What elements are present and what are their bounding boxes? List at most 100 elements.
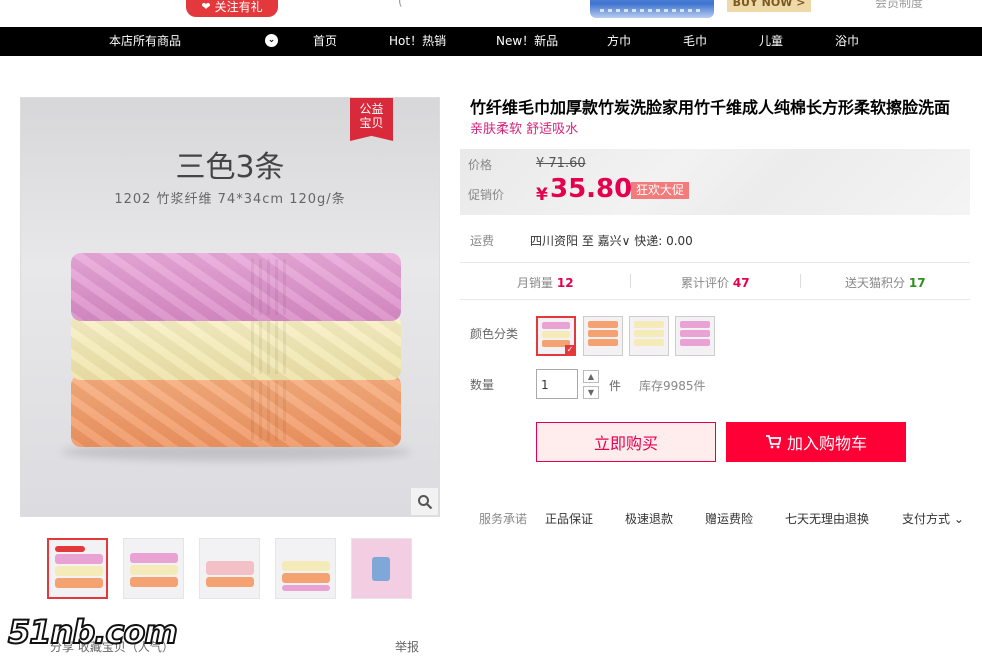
- nav-bath-towel[interactable]: 浴巾: [835, 27, 859, 56]
- service-shipping-insurance[interactable]: 赠运费险: [705, 510, 753, 527]
- image-title: 三色3条: [175, 150, 285, 185]
- nav-hot[interactable]: Hot！热销: [389, 27, 446, 56]
- thumb-towel: [206, 561, 254, 575]
- original-price: ¥ 71.60: [536, 156, 586, 171]
- cart-icon: [765, 435, 781, 449]
- buy-now-button[interactable]: 立即购买: [536, 422, 716, 462]
- checkmark-icon: ✓: [565, 345, 575, 355]
- shipping-label: 运费: [470, 234, 495, 248]
- thumbnail-3[interactable]: [199, 538, 260, 599]
- top-strip: ❤ 关注有礼 ( BUY NOW > 会员制度: [0, 0, 982, 27]
- stock-count: 库存9985件: [639, 379, 706, 393]
- heart-icon: ❤: [201, 0, 211, 13]
- thumb-towel: [130, 553, 178, 563]
- quantity-unit: 件: [609, 379, 622, 393]
- sku-option-1[interactable]: ✓: [536, 316, 576, 356]
- badge-line1: 公益: [359, 102, 384, 116]
- top-paren: (: [398, 0, 403, 8]
- quantity-increase-button[interactable]: ▲: [583, 370, 599, 383]
- thumbnail-5[interactable]: [351, 538, 412, 599]
- tmall-points: 送天猫积分 17: [845, 274, 926, 291]
- magnifier-icon: [417, 494, 432, 509]
- reviews-value: 47: [732, 276, 750, 290]
- quantity-label: 数量: [470, 378, 495, 392]
- sku-swatch: [588, 321, 618, 328]
- points-label: 送天猫积分: [845, 276, 906, 290]
- add-to-cart-label: 加入购物车: [786, 434, 867, 453]
- sku-swatch: [542, 322, 570, 329]
- price-label: 价格: [468, 158, 493, 172]
- thumb-towel: [130, 565, 178, 575]
- thumbnail-4[interactable]: [275, 538, 336, 599]
- monthly-sales-label: 月销量: [517, 276, 554, 290]
- pink-towel: [71, 253, 401, 321]
- promo-price-label: 促销价: [468, 188, 505, 202]
- follow-button[interactable]: ❤ 关注有礼: [186, 0, 278, 17]
- divider: [630, 274, 631, 288]
- site-watermark: 51nb.com: [7, 612, 179, 652]
- product-title: 竹纤维毛巾加厚款竹炭洗脸家用竹千维成人纯棉长方形柔软擦脸洗面: [470, 98, 951, 117]
- thumb-towel: [282, 573, 330, 583]
- sku-option-4[interactable]: [675, 316, 715, 356]
- sku-swatch: [634, 330, 664, 337]
- reviews-link[interactable]: 累计评价 47: [681, 274, 750, 291]
- promo-tag: 狂欢大促: [631, 182, 690, 199]
- nav-new[interactable]: New！新品: [496, 27, 558, 56]
- service-genuine[interactable]: 正品保证: [545, 510, 593, 527]
- service-fast-refund[interactable]: 极速退款: [625, 510, 673, 527]
- thumbnail-2[interactable]: [123, 538, 184, 599]
- payment-label: 支付方式: [902, 512, 951, 526]
- sku-swatch: [542, 331, 570, 338]
- thumb-towel: [55, 566, 103, 576]
- nav-home[interactable]: 首页: [313, 27, 337, 56]
- thumb-tag: [372, 557, 390, 581]
- service-seven-day-return[interactable]: 七天无理由退换: [785, 510, 869, 527]
- shipping-destination[interactable]: 四川资阳 至 嘉兴∨ 快递: 0.00: [530, 232, 693, 249]
- monthly-sales-value: 12: [556, 276, 574, 290]
- nav-all-products[interactable]: 本店所有商品: [109, 27, 181, 56]
- report-link[interactable]: 举报: [395, 638, 419, 655]
- banner-buy-now-button[interactable]: BUY NOW >: [727, 0, 811, 12]
- charity-badge: 公益 宝贝: [350, 98, 393, 141]
- add-to-cart-button[interactable]: 加入购物车: [726, 422, 906, 462]
- color-label: 颜色分类: [470, 327, 519, 341]
- orange-towel: [71, 375, 401, 447]
- image-subtitle: 1202 竹浆纤维 74*34cm 120g/条: [114, 192, 346, 207]
- main-product-image[interactable]: 公益 宝贝 三色3条 1202 竹浆纤维 74*34cm 120g/条: [20, 97, 440, 517]
- banner-image[interactable]: [590, 0, 714, 18]
- follow-label: 关注有礼: [214, 0, 263, 14]
- reviews-label: 累计评价: [681, 276, 730, 290]
- thumb-towel: [55, 578, 103, 588]
- payment-methods[interactable]: 支付方式 ⌄: [902, 510, 964, 527]
- thumb-towel: [55, 554, 103, 564]
- thumb-towel: [206, 577, 254, 587]
- chevron-down-icon: ⌄: [953, 512, 964, 526]
- thumb-towel: [282, 561, 330, 571]
- nav-kids[interactable]: 儿童: [759, 27, 783, 56]
- sku-option-2[interactable]: [583, 316, 623, 356]
- nav-towel[interactable]: 毛巾: [683, 27, 707, 56]
- currency-symbol: ¥: [536, 185, 548, 205]
- promo-price: 35.80: [550, 174, 633, 204]
- sku-swatch: [634, 339, 664, 346]
- badge-line2: 宝贝: [359, 116, 384, 130]
- divider: [800, 274, 801, 288]
- product-subtitle: 亲肤柔软 舒适吸水: [470, 122, 579, 137]
- thumb-towel: [282, 585, 330, 591]
- zoom-button[interactable]: [410, 487, 439, 516]
- nav-face-towel[interactable]: 方巾: [607, 27, 631, 56]
- sku-swatch: [680, 321, 710, 328]
- divider: [460, 299, 970, 300]
- sku-option-3[interactable]: [629, 316, 669, 356]
- service-label: 服务承诺: [479, 512, 528, 526]
- quantity-decrease-button[interactable]: ▼: [583, 386, 599, 399]
- cream-towel: [71, 314, 401, 380]
- sku-swatch: [588, 339, 618, 346]
- thumbnail-1[interactable]: [47, 538, 108, 599]
- quantity-input[interactable]: 1: [536, 369, 578, 399]
- price-box: 价格 ¥ 71.60 促销价 ¥ 35.80 狂欢大促: [460, 149, 970, 215]
- chevron-down-icon[interactable]: ⌄: [265, 34, 278, 47]
- shop-nav-bar: 本店所有商品 ⌄ 首页 Hot！热销 New！新品 方巾 毛巾 儿童 浴巾: [0, 27, 982, 56]
- member-link[interactable]: 会员制度: [875, 0, 923, 11]
- points-value: 17: [908, 276, 926, 290]
